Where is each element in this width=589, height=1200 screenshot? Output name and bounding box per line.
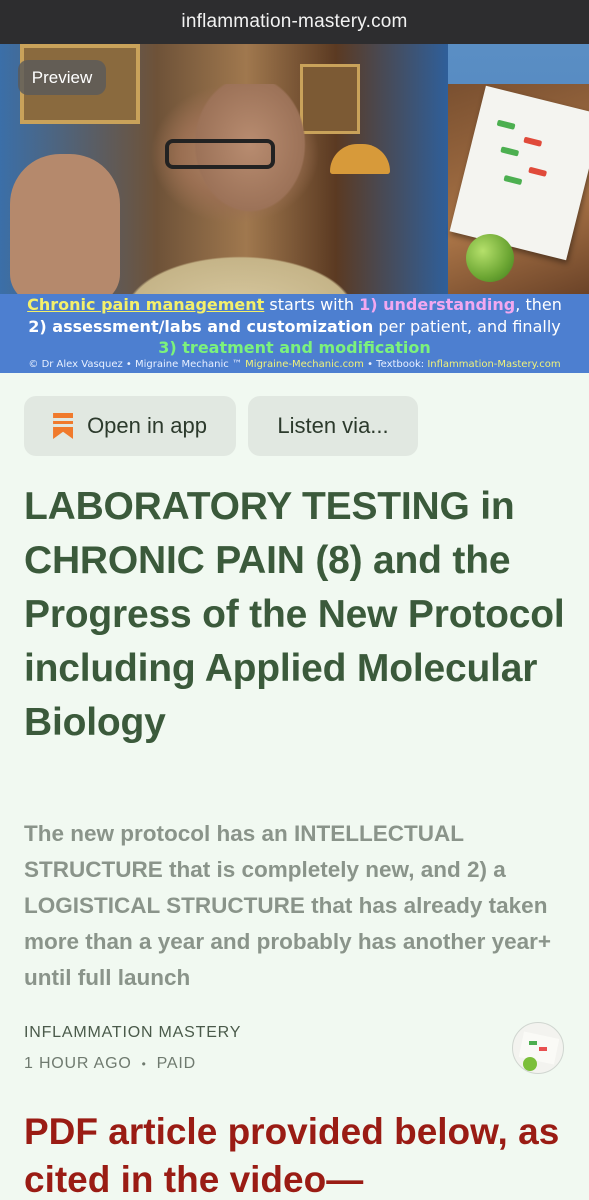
preview-badge: Preview	[18, 60, 106, 95]
caption-text: 2) assessment/labs and customization	[28, 317, 374, 336]
caption-credits: © Dr Alex Vasquez • Migraine Mechanic ™ …	[0, 359, 589, 371]
open-in-app-button[interactable]: Open in app	[24, 396, 236, 456]
caption-text: • Textbook:	[363, 359, 428, 370]
book-image	[448, 84, 589, 294]
listen-via-button[interactable]: Listen via...	[248, 396, 418, 456]
caption-text: 1) understanding	[359, 295, 516, 314]
textbook-cover	[449, 85, 589, 261]
author-avatar[interactable]	[512, 1022, 564, 1074]
caption-text: Chronic pain management	[27, 295, 265, 314]
post-time: 1 HOUR AGO	[24, 1055, 132, 1072]
video-caption: Chronic pain management starts with 1) u…	[0, 294, 589, 373]
preview-badge-label: Preview	[31, 67, 93, 87]
post-access: PAID	[156, 1055, 196, 1072]
presenter	[80, 84, 410, 314]
video-preview-hero[interactable]: Preview Chronic pain management starts w…	[0, 44, 589, 373]
post-meta: 1 HOUR AGO • PAID	[24, 1055, 196, 1073]
caption-text: per patient, and finally	[373, 317, 561, 336]
caption-line-3: 3) treatment and modification	[0, 337, 589, 359]
presenter-hand	[10, 154, 120, 304]
article-body-headline: PDF article provided below, as cited in …	[24, 1111, 560, 1200]
caption-text: © Dr Alex Vasquez • Migraine Mechanic ™	[28, 359, 246, 370]
caption-text: 3) treatment and modification	[158, 338, 431, 357]
listen-via-label: Listen via...	[277, 413, 389, 438]
browser-url-bar[interactable]: inflammation-mastery.com	[0, 0, 589, 44]
url-text: inflammation-mastery.com	[181, 11, 408, 32]
caption-text: starts with	[264, 295, 360, 314]
open-in-app-label: Open in app	[87, 413, 207, 438]
article-title: LABORATORY TESTING in CHRONIC PAIN (8) a…	[24, 485, 565, 744]
caption-text: Migraine-Mechanic.com	[245, 359, 364, 370]
meta-separator: •	[141, 1057, 147, 1071]
publication-name[interactable]: INFLAMMATION MASTERY	[24, 1024, 241, 1042]
caption-text: Inflammation-Mastery.com	[427, 359, 561, 370]
green-apple	[466, 234, 514, 282]
caption-text: , then	[515, 295, 562, 314]
caption-line-1: Chronic pain management starts with 1) u…	[0, 294, 589, 316]
presenter-glasses	[165, 139, 275, 169]
article-subtitle: The new protocol has an INTELLECTUAL STR…	[24, 821, 552, 990]
caption-line-2: 2) assessment/labs and customization per…	[0, 316, 589, 338]
bookmark-icon	[53, 413, 74, 439]
